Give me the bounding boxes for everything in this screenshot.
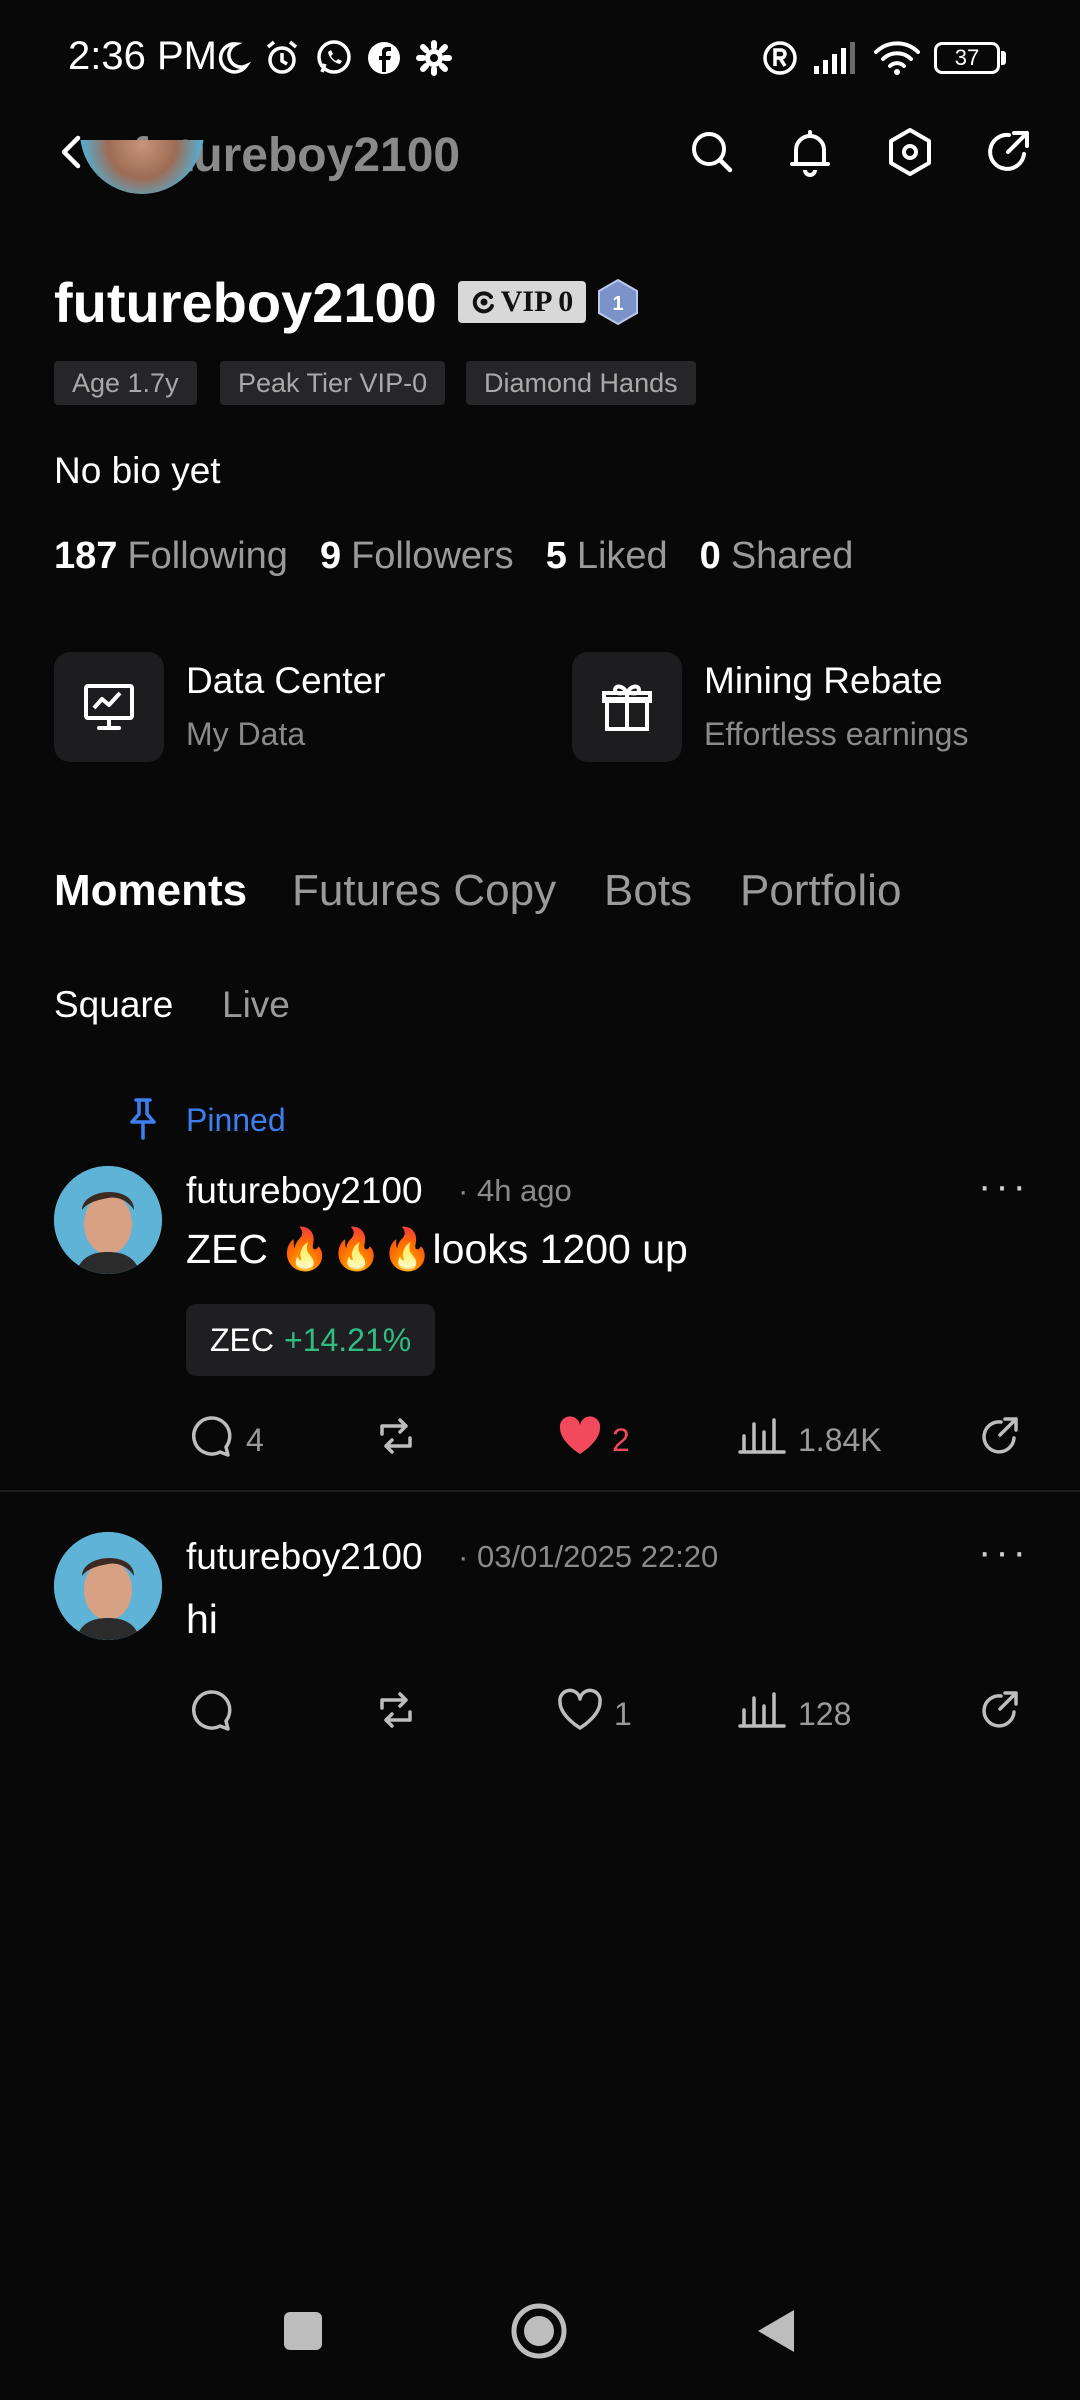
pinned-label: Pinned [186, 1102, 286, 1138]
alarm-icon [266, 40, 298, 74]
tag-peak-tier: Peak Tier VIP-0 [220, 361, 446, 405]
view-count: 1.84K [798, 1422, 882, 1458]
level-number: 1 [612, 293, 623, 315]
profile-avatar[interactable] [80, 140, 204, 232]
ticker-chip[interactable]: ZEC +14.21% [186, 1304, 436, 1376]
profile-stats: 187 Following 9 Followers 5 Liked 0 Shared [54, 535, 853, 578]
comment-count: 4 [246, 1422, 264, 1458]
post-author[interactable]: futureboy2100 [186, 1170, 423, 1212]
battery-tip [1001, 51, 1006, 65]
mining-rebate-tile[interactable] [572, 652, 682, 762]
data-center-subtitle: My Data [186, 716, 306, 752]
registered-icon [763, 41, 797, 75]
data-center-tile[interactable] [54, 652, 164, 762]
repost-icon[interactable] [372, 1412, 420, 1460]
post-author[interactable]: futureboy2100 [186, 1536, 423, 1578]
signal-icon [814, 42, 855, 74]
heart-filled-icon[interactable] [556, 1412, 604, 1460]
post-text: hi [186, 1596, 218, 1642]
moon-icon [218, 42, 252, 74]
whatsapp-icon [317, 40, 351, 74]
home-button[interactable] [510, 2302, 568, 2360]
ticker-change: +14.21% [284, 1322, 412, 1358]
like-count: 2 [612, 1422, 630, 1458]
facebook-icon [368, 42, 400, 74]
tag-age: Age 1.7y [54, 361, 197, 405]
views-icon [738, 1692, 786, 1728]
post-time: · 03/01/2025 22:20 [458, 1539, 719, 1574]
tab-moments[interactable]: Moments [54, 866, 247, 916]
stat-shared[interactable]: 0 Shared [700, 535, 854, 578]
like-count: 1 [614, 1696, 632, 1732]
vip-badge[interactable]: VIP 0 [458, 281, 586, 323]
tab-futures-copy[interactable]: Futures Copy [292, 866, 556, 916]
gift-icon [602, 684, 652, 731]
vip-label: VIP 0 [500, 285, 574, 318]
level-badge-icon[interactable]: 1 [596, 278, 640, 326]
view-count: 128 [798, 1696, 852, 1732]
search-icon[interactable] [684, 124, 740, 180]
subtab-square[interactable]: Square [54, 984, 173, 1026]
data-center-title[interactable]: Data Center [186, 660, 386, 702]
share-post-icon[interactable] [976, 1686, 1024, 1734]
recents-button[interactable] [278, 2306, 328, 2356]
wifi-icon [874, 41, 920, 75]
views-icon [738, 1418, 786, 1454]
vip-swirl-icon [472, 291, 494, 314]
comment-icon[interactable] [188, 1686, 236, 1734]
hexagon-settings-icon[interactable] [882, 124, 938, 180]
post-divider [0, 1490, 1080, 1492]
post-more-button[interactable]: ··· [978, 1530, 1030, 1575]
mining-rebate-subtitle: Effortless earnings [704, 716, 969, 752]
ticker-symbol: ZEC [210, 1322, 274, 1358]
tab-portfolio[interactable]: Portfolio [740, 866, 901, 916]
share-icon[interactable] [980, 124, 1036, 180]
bell-icon[interactable] [782, 124, 838, 180]
chart-monitor-icon [84, 684, 134, 730]
pin-icon [130, 1098, 156, 1140]
battery-indicator: 37 [934, 42, 1000, 74]
post-avatar[interactable] [54, 1166, 162, 1274]
stat-followers[interactable]: 9 Followers [320, 535, 514, 578]
mining-rebate-title[interactable]: Mining Rebate [704, 660, 943, 702]
subtab-live[interactable]: Live [222, 984, 290, 1026]
heart-outline-icon[interactable] [556, 1686, 604, 1734]
profile-username: futureboy2100 [54, 271, 437, 334]
repost-icon[interactable] [372, 1686, 420, 1734]
profile-bio: No bio yet [54, 450, 221, 491]
post-time: · 4h ago [458, 1173, 572, 1208]
settings-icon [416, 40, 452, 76]
post-avatar[interactable] [54, 1532, 162, 1640]
post-text: ZEC 🔥🔥🔥looks 1200 up [186, 1226, 688, 1272]
stat-liked[interactable]: 5 Liked [546, 535, 668, 578]
post-more-button[interactable]: ··· [978, 1164, 1030, 1209]
stat-following[interactable]: 187 Following [54, 535, 288, 578]
comment-icon[interactable] [188, 1412, 236, 1460]
tag-diamond-hands: Diamond Hands [466, 361, 696, 405]
back-nav-button[interactable] [752, 2306, 802, 2356]
tab-bots[interactable]: Bots [604, 866, 692, 916]
status-time: 2:36 PM [68, 34, 217, 78]
share-post-icon[interactable] [976, 1412, 1024, 1460]
